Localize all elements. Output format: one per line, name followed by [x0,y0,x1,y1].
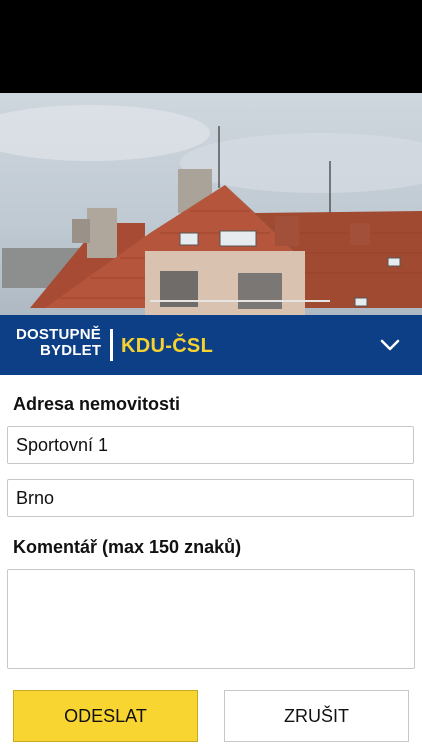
party-logo: KDU-ČSL [121,335,214,357]
chevron-down-icon[interactable] [376,333,404,357]
send-button[interactable]: ODESLAT [13,690,198,742]
address-label: Adresa nemovitosti [13,394,181,414]
logo-divider [110,329,113,361]
logo-line-2: BYDLET [40,342,102,359]
status-bar-area [0,0,422,93]
building-photo [0,93,422,315]
cancel-button[interactable]: ZRUŠIT [224,690,409,742]
comment-textarea[interactable] [7,569,415,669]
street-input[interactable]: Sportovní 1 [7,426,414,464]
logo-line-1: DOSTUPNĚ [16,326,101,343]
brand-header: DOSTUPNĚ BYDLET KDU-ČSL [0,315,422,375]
city-input[interactable]: Brno [7,479,414,517]
comment-label: Komentář (max 150 znaků) [13,537,242,557]
dostupne-bydlet-logo: DOSTUPNĚ BYDLET [16,327,101,359]
